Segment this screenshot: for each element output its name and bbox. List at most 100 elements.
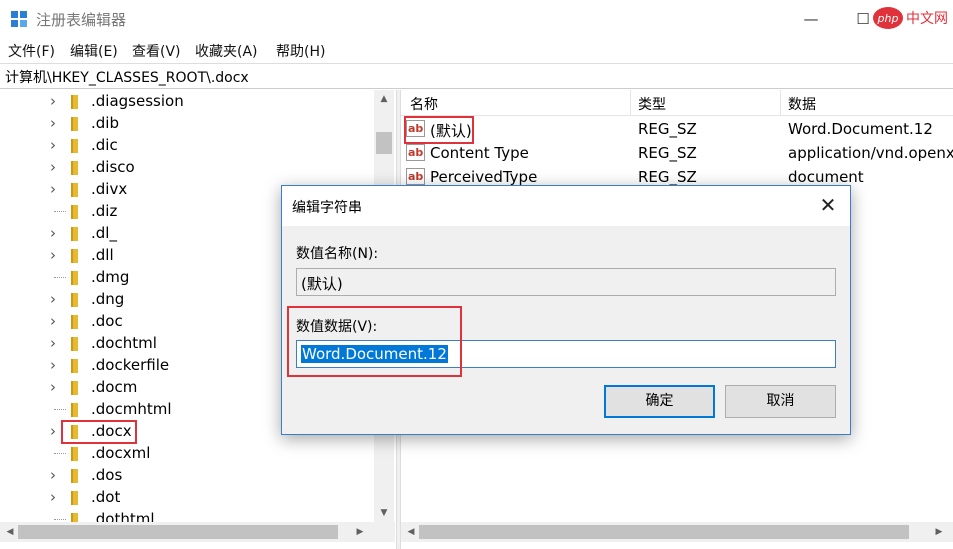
minimize-button[interactable]: — xyxy=(798,8,824,30)
scroll-left-arrow-icon[interactable]: ◀ xyxy=(0,523,20,541)
expand-chevron-icon[interactable]: › xyxy=(50,490,60,505)
folder-icon xyxy=(71,227,78,241)
folder-icon xyxy=(71,315,78,329)
scroll-right-arrow-icon[interactable]: ▶ xyxy=(929,523,949,541)
tree-item-label: .dl_ xyxy=(91,224,117,242)
value-name-field[interactable]: (默认) xyxy=(296,268,836,296)
value-type-cell: REG_SZ xyxy=(638,144,697,162)
expand-chevron-icon[interactable]: › xyxy=(50,94,60,109)
tree-item-label: .divx xyxy=(91,180,128,198)
folder-icon xyxy=(71,447,78,461)
svg-text:ab: ab xyxy=(408,146,423,159)
expand-chevron-icon[interactable]: › xyxy=(50,116,60,131)
tree-item-label: .doc xyxy=(91,312,123,330)
folder-icon xyxy=(71,359,78,373)
tree-item[interactable]: › .disco xyxy=(0,157,376,179)
expand-chevron-icon[interactable]: › xyxy=(50,424,60,439)
folder-icon xyxy=(71,205,78,219)
menu-help[interactable]: 帮助(H) xyxy=(276,41,325,61)
value-data-cell: document xyxy=(788,168,864,186)
tree-item-label: .dot xyxy=(91,488,121,506)
menu-edit[interactable]: 编辑(E) xyxy=(70,41,118,61)
scroll-thumb[interactable] xyxy=(18,525,338,539)
tree-item-label: .docxml xyxy=(91,444,151,462)
menu-bar: 文件(F) 编辑(E) 查看(V) 收藏夹(A) 帮助(H) xyxy=(0,38,953,62)
column-type-header[interactable]: 类型 xyxy=(638,94,666,114)
list-row[interactable]: ab Content Type REG_SZ application/vnd.open… xyxy=(401,141,953,165)
value-name-label: 数值名称(N): xyxy=(296,246,379,262)
column-data-header[interactable]: 数据 xyxy=(788,94,816,114)
folder-icon xyxy=(71,161,78,175)
menu-file[interactable]: 文件(F) xyxy=(8,41,55,61)
scroll-thumb[interactable] xyxy=(376,132,392,154)
address-bar[interactable]: 计算机\HKEY_CLASSES_ROOT\.docx xyxy=(0,63,953,89)
tree-item-label: .dochtml xyxy=(91,334,157,352)
tree-item[interactable]: › .dos xyxy=(0,465,376,487)
tree-connector-line xyxy=(54,277,66,278)
scroll-right-arrow-icon[interactable]: ▶ xyxy=(350,523,370,541)
tree-connector-line xyxy=(54,409,66,410)
list-horizontal-scrollbar[interactable]: ◀ ▶ xyxy=(401,522,953,542)
expand-chevron-icon[interactable]: › xyxy=(50,182,60,197)
tree-item-label: .dll xyxy=(91,246,114,264)
tree-item[interactable]: › .dib xyxy=(0,113,376,135)
scroll-left-arrow-icon[interactable]: ◀ xyxy=(401,523,421,541)
expand-chevron-icon[interactable]: › xyxy=(50,292,60,307)
folder-icon xyxy=(71,183,78,197)
menu-favorites[interactable]: 收藏夹(A) xyxy=(195,41,258,61)
scroll-down-arrow-icon[interactable]: ▼ xyxy=(374,504,394,522)
folder-icon xyxy=(71,469,78,483)
title-bar: 注册表编辑器 — ☐ php 中文网 xyxy=(0,0,953,38)
tree-item-label: .docm xyxy=(91,378,138,396)
expand-chevron-icon[interactable]: › xyxy=(50,248,60,263)
php-watermark-logo: php 中文网 xyxy=(873,7,948,29)
expand-chevron-icon[interactable]: › xyxy=(50,380,60,395)
scroll-up-arrow-icon[interactable]: ▲ xyxy=(374,90,394,108)
tree-item-label: .docmhtml xyxy=(91,400,172,418)
tree-item[interactable]: .docxml xyxy=(0,443,376,465)
tree-item-label: .disco xyxy=(91,158,135,176)
tree-connector-line xyxy=(54,519,66,520)
ok-button[interactable]: 确定 xyxy=(604,385,715,418)
close-icon[interactable]: ✕ xyxy=(816,194,840,218)
folder-icon xyxy=(71,403,78,417)
folder-icon xyxy=(71,117,78,131)
svg-text:中文网: 中文网 xyxy=(906,11,948,27)
tree-connector-line xyxy=(54,211,66,212)
tree-item-label: .dmg xyxy=(91,268,130,286)
folder-icon xyxy=(71,337,78,351)
expand-chevron-icon[interactable]: › xyxy=(50,160,60,175)
folder-icon xyxy=(71,271,78,285)
address-path[interactable]: 计算机\HKEY_CLASSES_ROOT\.docx xyxy=(5,67,249,87)
scroll-thumb[interactable] xyxy=(419,525,909,539)
column-name-header[interactable]: 名称 xyxy=(410,94,438,114)
tree-item[interactable]: › .dot xyxy=(0,487,376,509)
menu-view[interactable]: 查看(V) xyxy=(132,41,181,61)
list-row[interactable]: ab (默认) REG_SZ Word.Document.12 xyxy=(401,117,953,141)
value-data-highlight-box xyxy=(287,306,462,377)
tree-horizontal-scrollbar[interactable]: ◀ ▶ xyxy=(0,522,395,542)
value-data-cell: application/vnd.openx xyxy=(788,144,953,162)
expand-chevron-icon[interactable]: › xyxy=(50,468,60,483)
expand-chevron-icon[interactable]: › xyxy=(50,336,60,351)
dialog-title: 编辑字符串 xyxy=(292,200,362,216)
dialog-title-bar: 编辑字符串 ✕ xyxy=(282,186,850,226)
column-divider[interactable] xyxy=(630,90,631,116)
expand-chevron-icon[interactable]: › xyxy=(50,226,60,241)
default-value-highlight-box xyxy=(404,116,474,144)
column-divider[interactable] xyxy=(780,90,781,116)
tree-item[interactable]: › .dic xyxy=(0,135,376,157)
cancel-button[interactable]: 取消 xyxy=(725,385,836,418)
tree-item[interactable]: › .diagsession xyxy=(0,91,376,113)
expand-chevron-icon[interactable]: › xyxy=(50,138,60,153)
tree-item-label: .dic xyxy=(91,136,118,154)
folder-icon xyxy=(71,381,78,395)
folder-icon xyxy=(71,491,78,505)
tree-connector-line xyxy=(54,453,66,454)
expand-chevron-icon[interactable]: › xyxy=(50,314,60,329)
folder-icon xyxy=(71,95,78,109)
folder-icon xyxy=(71,249,78,263)
folder-icon xyxy=(71,139,78,153)
value-name-cell: PerceivedType xyxy=(430,168,538,186)
expand-chevron-icon[interactable]: › xyxy=(50,358,60,373)
